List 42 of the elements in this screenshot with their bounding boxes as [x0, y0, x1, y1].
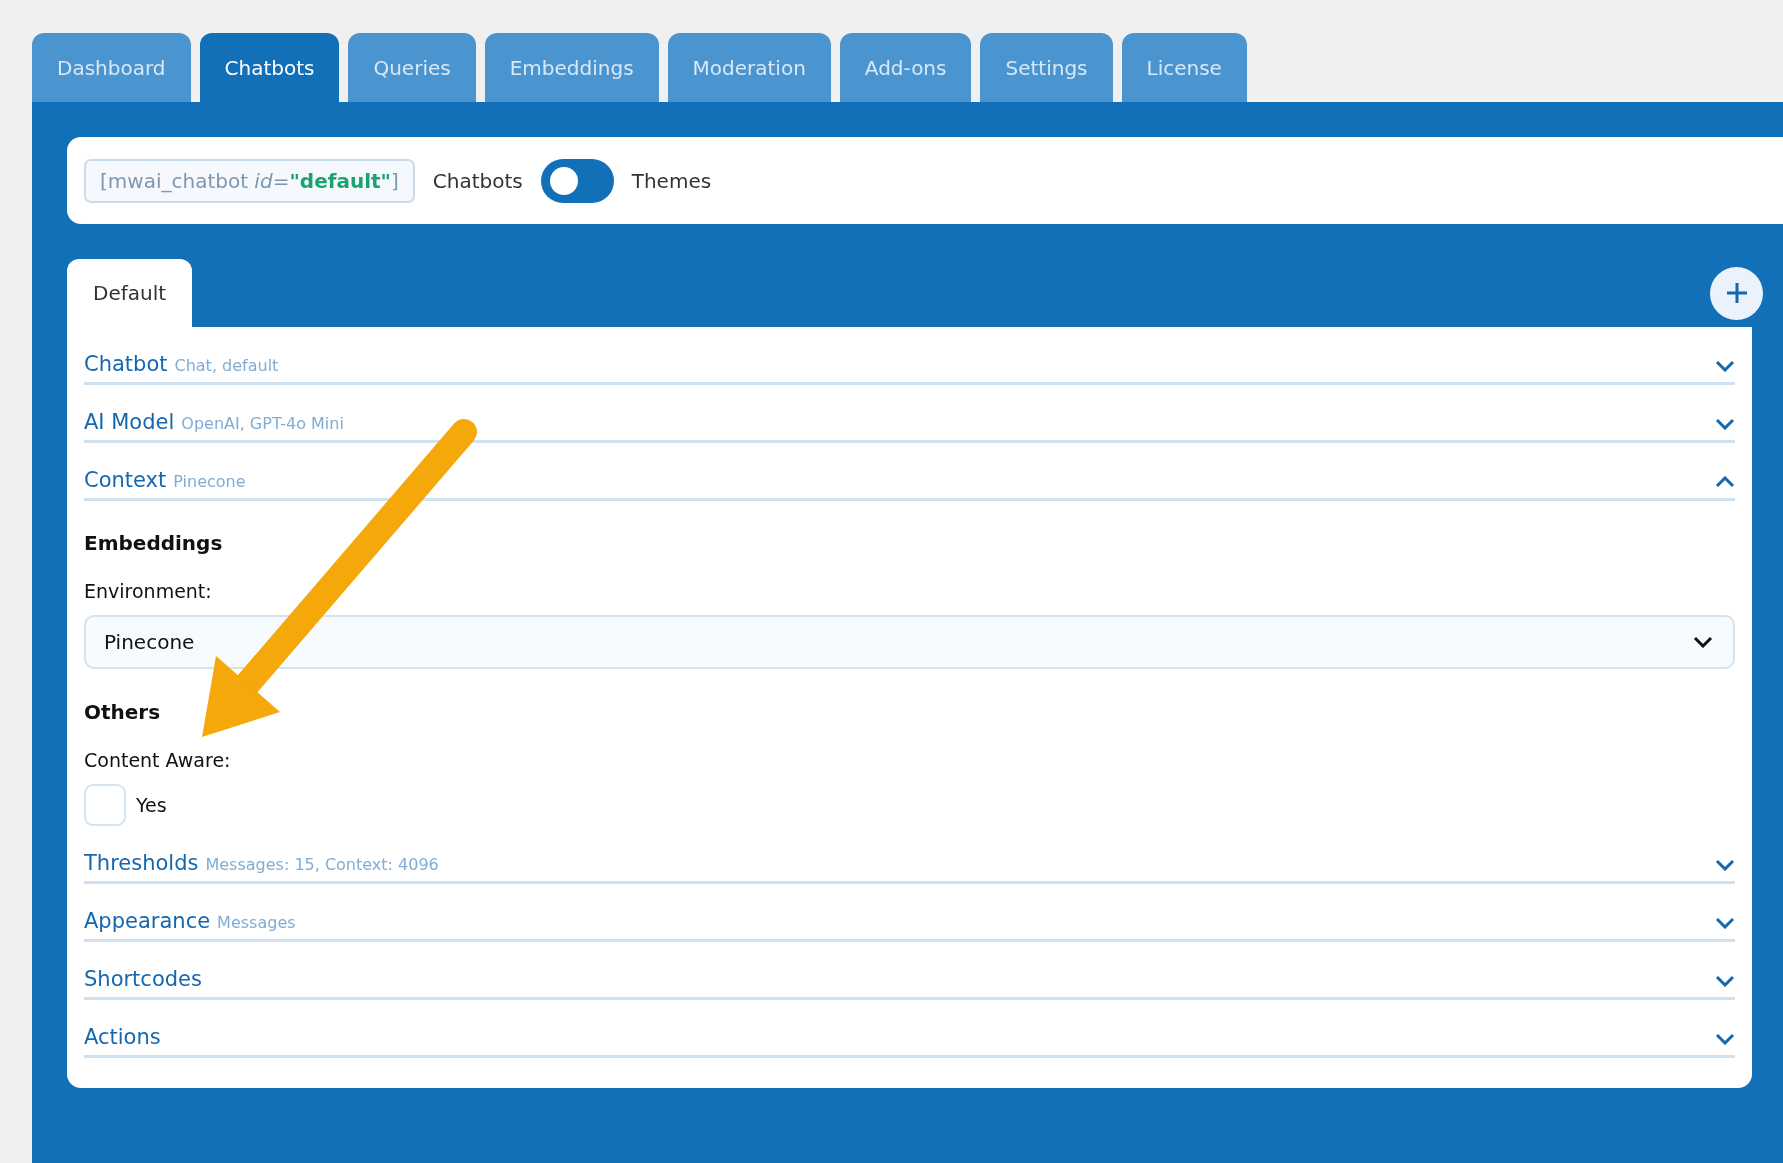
environment-select[interactable]: Pinecone: [84, 615, 1735, 669]
group-heading: Others: [84, 699, 162, 726]
chevron-down-icon: [1715, 1033, 1735, 1045]
section-title: Chatbot: [84, 352, 168, 376]
section-title: Thresholds: [84, 851, 199, 875]
field-label: Content Aware:: [84, 748, 231, 772]
section-title: AI Model: [84, 410, 175, 434]
section-header[interactable]: AI Model OpenAI, GPT-4o Mini: [84, 385, 1735, 443]
switch-label: Chatbots: [432, 168, 523, 193]
chevron-down-icon: [1693, 636, 1713, 648]
chevron-down-icon: [1715, 917, 1735, 929]
add-button[interactable]: [1710, 266, 1763, 320]
chevron-down-icon: [1715, 975, 1735, 987]
chevron-down-icon: [1715, 418, 1735, 430]
checkbox[interactable]: [84, 784, 126, 826]
section-summary: Chat, default: [174, 356, 279, 376]
section-title: Actions: [84, 1025, 161, 1049]
chevron-up-icon: [1715, 476, 1735, 488]
section-summary: Pinecone: [173, 472, 246, 492]
section-title: Appearance: [84, 909, 211, 933]
chevron-down-icon: [1715, 360, 1735, 372]
chevron-down-icon: [1715, 859, 1735, 871]
section-header[interactable]: Appearance Messages: [84, 884, 1735, 942]
checkbox-label: Yes: [136, 794, 167, 816]
section-header[interactable]: Thresholds Messages: 15, Context: 4096: [84, 826, 1735, 884]
section-header[interactable]: Context Pinecone: [84, 443, 1735, 501]
field-label: Environment:: [84, 579, 212, 603]
plus-icon: [1725, 282, 1748, 304]
chatbot-tab[interactable]: Default: [67, 259, 193, 327]
section-title: Context: [84, 468, 167, 492]
group-heading: Embeddings: [84, 530, 224, 557]
section-header[interactable]: Chatbot Chat, default: [84, 327, 1735, 385]
section-summary: Messages: 15, Context: 4096: [205, 855, 439, 875]
section-summary: Messages: [217, 913, 296, 933]
shortcode-field[interactable]: [mwai_chatbot id="default"]: [84, 158, 415, 203]
section-summary: OpenAI, GPT-4o Mini: [181, 414, 344, 434]
section-header[interactable]: Actions: [84, 1000, 1735, 1058]
mode-toggle[interactable]: [540, 158, 614, 203]
section-header[interactable]: Shortcodes: [84, 942, 1735, 1000]
section-title: Shortcodes: [84, 967, 202, 991]
switch-label: Themes: [631, 168, 712, 193]
nav-tab[interactable]: Chatbots: [199, 33, 340, 102]
